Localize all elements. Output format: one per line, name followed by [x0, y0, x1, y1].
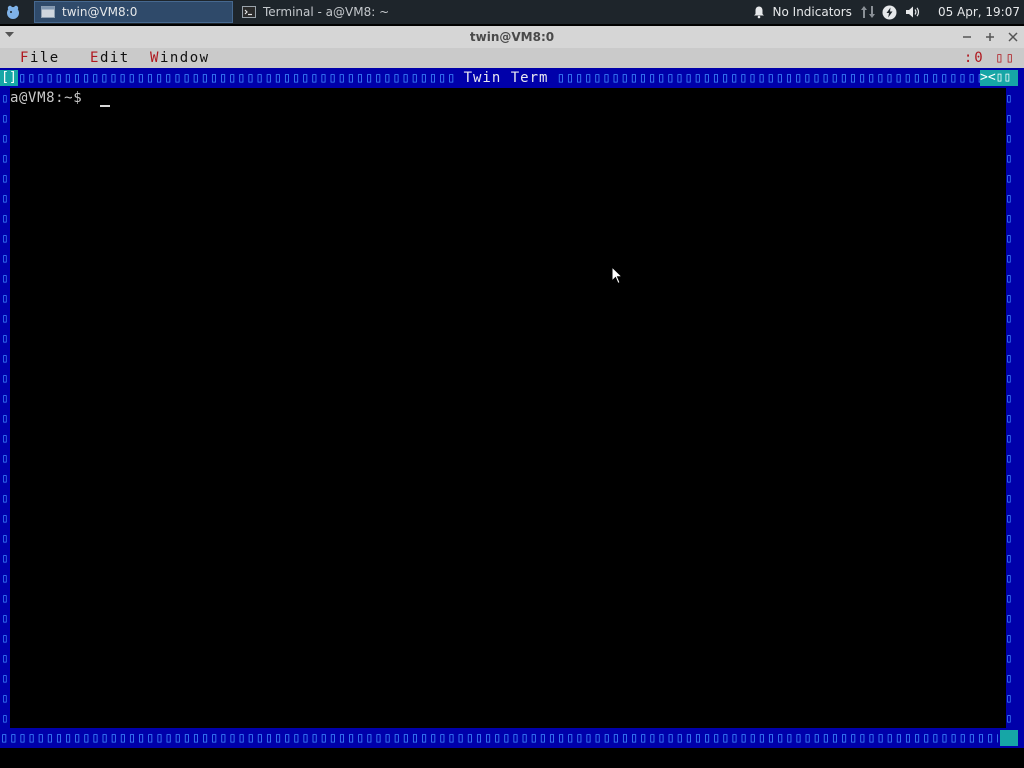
- notifications-button[interactable]: [749, 5, 769, 19]
- taskbar-item-label: Terminal - a@VM8: ~: [263, 5, 390, 19]
- power-button[interactable]: [878, 5, 902, 20]
- taskbar-item-terminal[interactable]: Terminal - a@VM8: ~: [236, 1, 416, 23]
- volume-button[interactable]: [902, 5, 924, 19]
- taskbar-item-label: twin@VM8:0: [62, 5, 138, 19]
- menu-window[interactable]: Window: [150, 50, 210, 66]
- menu-file-label: ile: [29, 50, 60, 66]
- system-tray: No Indicators 05 Apr, 19:07: [749, 0, 1024, 24]
- menu-file[interactable]: File: [20, 50, 60, 66]
- taskbar-item-twin[interactable]: twin@VM8:0: [34, 1, 233, 23]
- network-updown-icon: [860, 6, 875, 18]
- menu-window-hotkey: W: [150, 50, 160, 66]
- menu-file-hotkey: F: [20, 50, 30, 66]
- shell-prompt: a@VM8:~$: [10, 90, 83, 106]
- close-button[interactable]: [1005, 29, 1020, 44]
- network-button[interactable]: [858, 4, 878, 20]
- resize-corner[interactable]: [1000, 730, 1018, 746]
- window-title: twin@VM8:0: [469, 30, 555, 44]
- indicators-label[interactable]: No Indicators: [773, 5, 852, 19]
- twin-menubar: File Edit Window :0 ▯▯: [0, 48, 1024, 68]
- menu-window-label: indow: [159, 50, 210, 66]
- speaker-icon: [905, 6, 920, 18]
- app-menu-button[interactable]: [4, 3, 22, 21]
- window-titlebar[interactable]: twin@VM8:0: [0, 26, 1024, 48]
- xfce-mouse-icon: [7, 5, 19, 19]
- menu-edit-label: dit: [99, 50, 130, 66]
- close-icon: [1007, 31, 1018, 42]
- frame-left-border: ▯ ▯ ▯ ▯ ▯ ▯ ▯ ▯ ▯ ▯ ▯ ▯ ▯ ▯ ▯ ▯ ▯ ▯ ▯ ▯ ▯ ▯ ▯ ▯ ▯ ▯ ▯ ▯ ▯ ▯ ▯ ▯: [1, 91, 9, 725]
- menu-edit[interactable]: Edit: [90, 50, 130, 66]
- window-icon: [41, 6, 55, 18]
- top-panel: twin@VM8:0 Terminal - a@VM8: ~ No Indica…: [0, 0, 1024, 24]
- resize-gadgets[interactable]: ><▯▯: [980, 70, 1018, 86]
- clock[interactable]: 05 Apr, 19:07: [938, 5, 1020, 19]
- maximize-icon: [985, 32, 994, 41]
- mouse-pointer-icon: [611, 266, 623, 285]
- minimize-icon: [962, 35, 971, 38]
- text-cursor: [100, 105, 110, 107]
- terminal-area[interactable]: a@VM8:~$: [10, 88, 1006, 728]
- frame-bottom-glyphs: ▯▯▯▯▯▯▯▯▯▯▯▯▯▯▯▯▯▯▯▯▯▯▯▯▯▯▯▯▯▯▯▯▯▯▯▯▯▯▯▯…: [0, 730, 998, 746]
- desktop-strip: [0, 748, 1024, 768]
- menu-edit-hotkey: E: [90, 50, 100, 66]
- terminal-icon: [242, 6, 256, 18]
- close-gadget[interactable]: []: [0, 70, 18, 86]
- bell-icon: [753, 6, 764, 19]
- twin-term-title-border[interactable]: ▯▯▯▯▯▯▯▯▯▯▯▯▯▯▯▯▯▯▯▯▯▯▯▯▯▯▯▯▯▯▯▯▯▯▯▯▯▯▯▯…: [0, 68, 1024, 88]
- twin-term-window: ▯▯▯▯▯▯▯▯▯▯▯▯▯▯▯▯▯▯▯▯▯▯▯▯▯▯▯▯▯▯▯▯▯▯▯▯▯▯▯▯…: [0, 68, 1024, 748]
- display-status: :0 ▯▯: [963, 50, 1016, 66]
- minimize-button[interactable]: [959, 29, 974, 44]
- frame-bottom-border: ▯▯▯▯▯▯▯▯▯▯▯▯▯▯▯▯▯▯▯▯▯▯▯▯▯▯▯▯▯▯▯▯▯▯▯▯▯▯▯▯…: [0, 728, 1024, 748]
- maximize-button[interactable]: [982, 29, 997, 44]
- power-bolt-icon: [882, 5, 897, 19]
- twin-term-title: Twin Term: [456, 68, 556, 88]
